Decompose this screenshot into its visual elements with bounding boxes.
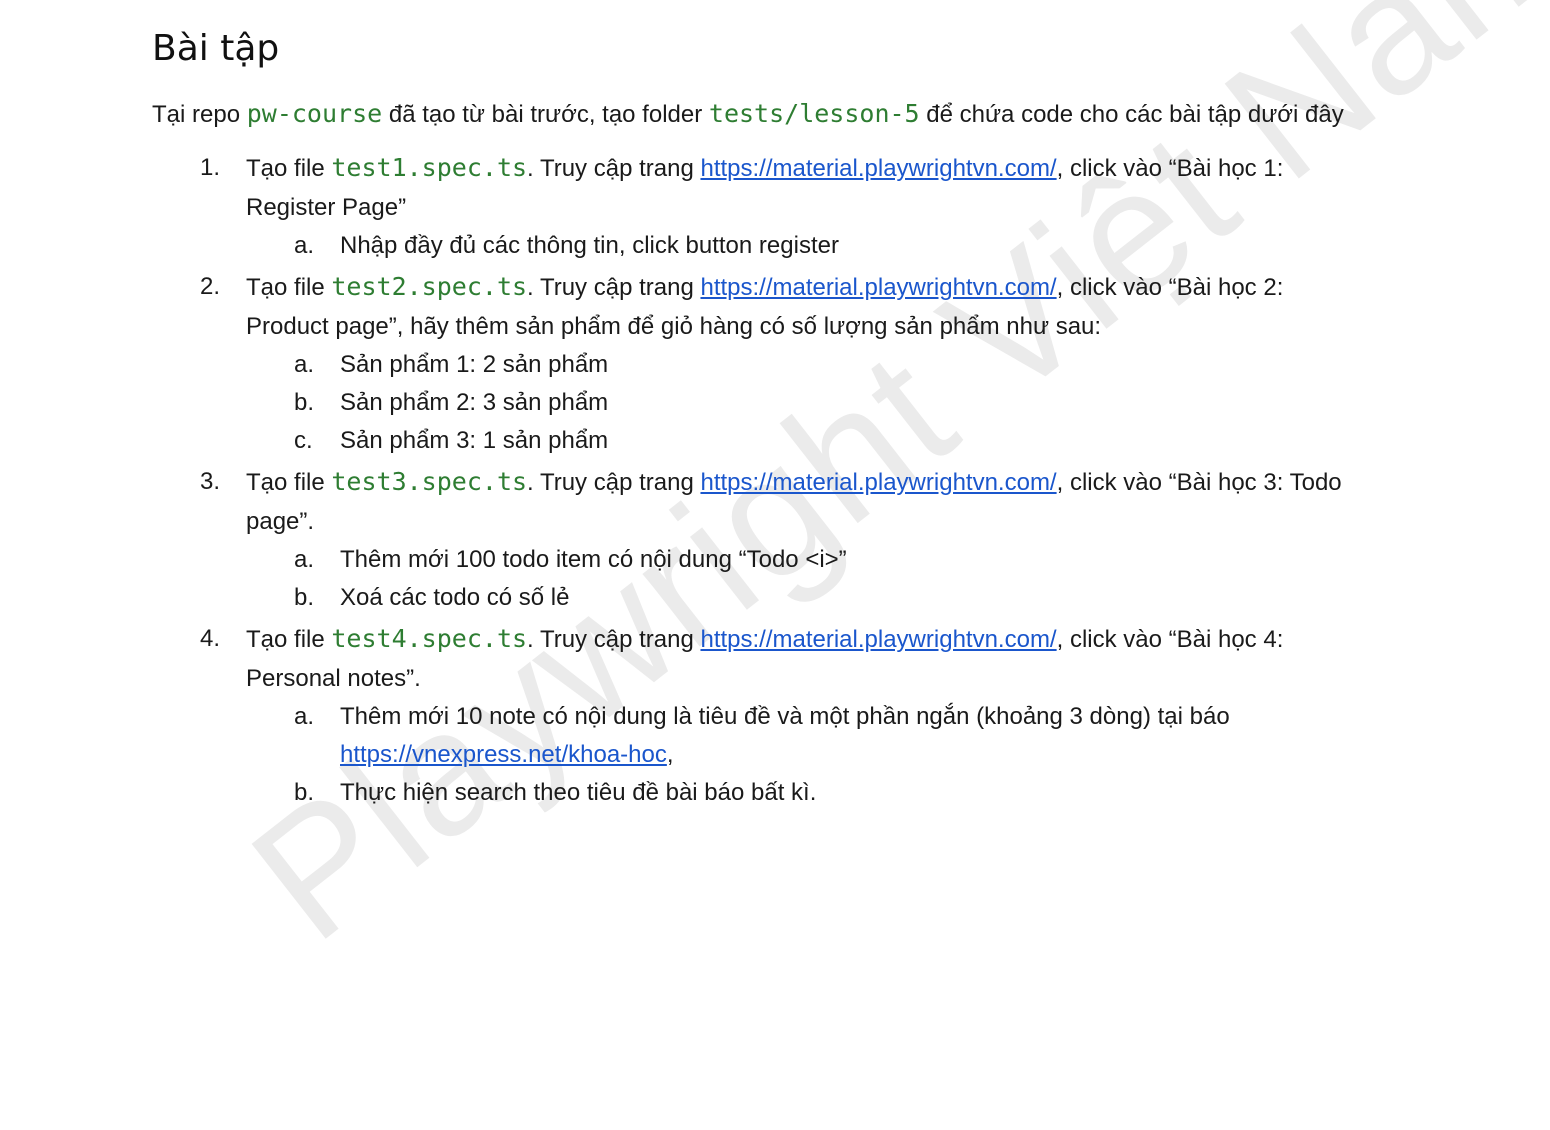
task-item: 3. Tạo file test3.spec.ts. Truy cập tran…: [200, 462, 1372, 617]
page-title: Bài tập: [152, 28, 280, 69]
subtask-text: Sản phẩm 2: 3 sản phẩm: [340, 389, 609, 416]
task-number: 3.: [200, 468, 221, 495]
subtask-list: a. Sản phẩm 1: 2 sản phẩm b. Sản phẩm 2: 3…: [246, 346, 1372, 460]
subtask-item: a. Thêm mới 10 note có nội dung là tiêu đ…: [294, 698, 1372, 774]
subtask-item: a. Nhập đầy đủ các thông tin, click butto…: [294, 227, 1372, 265]
task-item: 2. Tạo file test2.spec.ts. Truy cập tran…: [200, 267, 1372, 460]
subtask-text: Thêm mới 10 note có nội dung là tiêu đề …: [340, 703, 1230, 730]
folder-code: tests/lesson-5: [708, 99, 920, 128]
subtask-item: b. Thực hiện search theo tiêu đề bài báo …: [294, 774, 1372, 812]
subtask-letter: c.: [294, 427, 313, 454]
task-text: Tạo file: [246, 469, 332, 496]
document-page: Bài tập Tại repo pw-course đã tạo từ bài…: [152, 24, 1372, 812]
subtask-item: a. Sản phẩm 1: 2 sản phẩm: [294, 346, 1372, 384]
subtask-text: Sản phẩm 1: 2 sản phẩm: [340, 351, 609, 378]
subtask-text: Thêm mới 100 todo item có nội dung “Todo…: [340, 546, 847, 573]
subtask-letter: a.: [294, 703, 315, 730]
subtask-text: Xoá các todo có số lẻ: [340, 584, 570, 611]
vnexpress-link[interactable]: https://vnexpress.net/khoa-hoc: [340, 741, 667, 768]
intro-paragraph: Tại repo pw-course đã tạo từ bài trước, …: [152, 94, 1372, 134]
subtask-text: Sản phẩm 3: 1 sản phẩm: [340, 427, 609, 454]
task-text: Tạo file: [246, 626, 332, 653]
task-text: . Truy cập trang: [527, 155, 701, 182]
subtask-list: a. Nhập đầy đủ các thông tin, click butto…: [246, 227, 1372, 265]
subtask-letter: a.: [294, 546, 315, 573]
subtask-letter: a.: [294, 232, 315, 259]
subtask-item: c. Sản phẩm 3: 1 sản phẩm: [294, 422, 1372, 460]
intro-text: đã tạo từ bài trước, tạo folder: [382, 101, 709, 128]
subtask-item: b. Sản phẩm 2: 3 sản phẩm: [294, 384, 1372, 422]
material-link[interactable]: https://material.playwrightvn.com/: [700, 469, 1056, 496]
subtask-text: Nhập đầy đủ các thông tin, click button …: [340, 232, 839, 259]
task-item: 1. Tạo file test1.spec.ts. Truy cập tran…: [200, 148, 1372, 265]
subtask-list: a. Thêm mới 100 todo item có nội dung “To…: [246, 541, 1372, 617]
task-text: Tạo file: [246, 274, 332, 301]
subtask-text: Thực hiện search theo tiêu đề bài báo bấ…: [340, 779, 817, 806]
file-name-code: test1.spec.ts: [331, 153, 528, 182]
file-name-code: test3.spec.ts: [331, 467, 528, 496]
subtask-text: ,: [666, 741, 674, 768]
subtask-item: a. Thêm mới 100 todo item có nội dung “To…: [294, 541, 1372, 579]
material-link[interactable]: https://material.playwrightvn.com/: [700, 155, 1056, 182]
material-link[interactable]: https://material.playwrightvn.com/: [700, 626, 1056, 653]
subtask-letter: b.: [294, 584, 315, 611]
task-number: 4.: [200, 625, 221, 652]
subtask-letter: b.: [294, 779, 315, 806]
task-text: . Truy cập trang: [527, 626, 701, 653]
task-number: 2.: [200, 273, 221, 300]
file-name-code: test4.spec.ts: [331, 624, 528, 653]
intro-text: để chứa code cho các bài tập dưới đây: [919, 101, 1344, 128]
task-text: Tạo file: [246, 155, 332, 182]
task-list: 1. Tạo file test1.spec.ts. Truy cập tran…: [152, 148, 1372, 812]
intro-text: Tại repo: [152, 101, 247, 128]
subtask-item: b. Xoá các todo có số lẻ: [294, 579, 1372, 617]
subtask-list: a. Thêm mới 10 note có nội dung là tiêu đ…: [246, 698, 1372, 812]
task-number: 1.: [200, 154, 221, 181]
repo-code: pw-course: [246, 99, 383, 128]
subtask-letter: b.: [294, 389, 315, 416]
task-text: . Truy cập trang: [527, 274, 701, 301]
file-name-code: test2.spec.ts: [331, 272, 528, 301]
subtask-letter: a.: [294, 351, 315, 378]
task-text: . Truy cập trang: [527, 469, 701, 496]
material-link[interactable]: https://material.playwrightvn.com/: [700, 274, 1056, 301]
task-item: 4. Tạo file test4.spec.ts. Truy cập tran…: [200, 619, 1372, 812]
